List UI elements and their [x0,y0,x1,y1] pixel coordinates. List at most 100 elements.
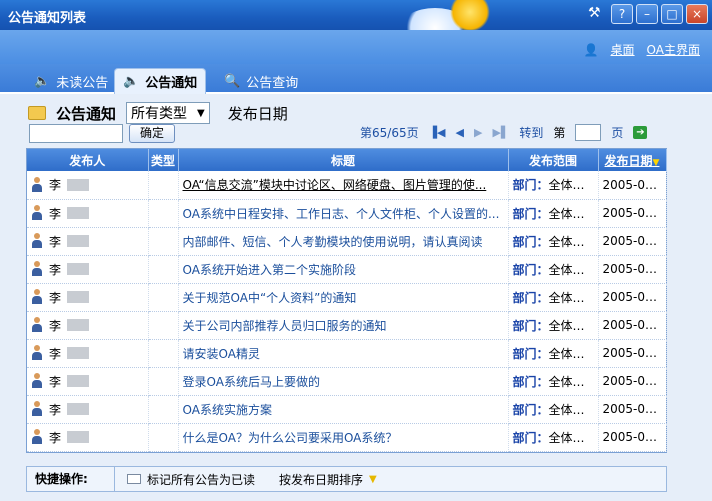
announcement-table: 发布人 类型 标题 发布范围 发布日期▼ 李 OA“信息交流”模块中讨论区、网络硬… [26,148,667,453]
table-row[interactable]: 李 登录OA系统后马上要做的 部门：全体部门 2005-04-25 [27,367,667,396]
title-link[interactable]: OA系统实施方案 [178,395,509,424]
title-link[interactable]: OA系统中日程安排、工作日志、个人文件柜、个人设置的... [178,199,509,228]
redacted-name [67,235,90,247]
minimize-button[interactable]: – [636,4,658,24]
tab-unread[interactable]: 🔈 未读公告 [26,68,116,94]
dept-label: 部门： [512,234,549,249]
tab-search[interactable]: 🔍 公告查询 [216,68,306,94]
person-icon [31,401,43,417]
redacted-name [67,207,90,219]
scope-cell: 部门：全体部门 [508,227,599,256]
date-cell: 2005-04-25 [598,367,667,396]
redacted-name [67,263,90,275]
table-row[interactable]: 李 OA系统开始进入第二个实施阶段 部门：全体部门 2005-06-22 [27,255,667,284]
next-page-icon[interactable]: ▶ [474,126,482,139]
title-link[interactable]: OA系统开始进入第二个实施阶段 [178,255,509,284]
page-number-input[interactable] [575,124,602,141]
confirm-button[interactable]: 确定 [129,124,176,143]
table-header: 发布人 类型 标题 发布范围 发布日期▼ [27,149,667,171]
date-cell: 2005-06-20 [598,283,667,312]
title-link[interactable]: 关于公司内部推荐人员归口服务的通知 [178,311,509,340]
dept-label: 部门： [512,290,549,305]
title-link[interactable]: 什么是OA？为什么公司要采用OA系统？ [178,423,509,452]
scope-cell: 部门：全体部门 [508,395,599,424]
pager: 第65/65页 ▐◀ ◀ ▶ ▶▌ 转到 第 页 ➔ [360,124,648,141]
publisher-cell: 李 [27,283,149,312]
go-arrow-icon[interactable]: ➔ [633,126,648,139]
table-row[interactable]: 李 关于公司内部推荐人员归口服务的通知 部门：全体部门 2005-06-02 [27,311,667,340]
tab-label: 公告通知 [145,76,198,91]
desktop-link[interactable]: 桌面 [611,41,635,58]
table-row[interactable]: 李 OA系统实施方案 部门：全体部门 2005-04-25 [27,395,667,424]
sort-by-date-action[interactable]: 按发布日期排序 ▼ [279,471,377,488]
goto-label: 转到 [519,126,544,140]
table-row[interactable]: 李 内部邮件、短信、个人考勤模块的使用说明，请认真阅读 部门：全体部门 2005-06… [27,227,667,256]
dept-label: 部门： [512,430,549,445]
table-row[interactable]: 李 OA“信息交流”模块中讨论区、网络硬盘、图片管理的使... 部门：全体部门 200… [27,171,667,200]
scope-cell: 部门：全体部门 [508,171,599,200]
maximize-button[interactable]: □ [661,4,683,24]
person-icon [31,317,43,333]
first-page-icon[interactable]: ▐◀ [429,126,446,139]
envelope-icon [127,474,141,484]
date-cell: 2005-06-22 [598,255,667,284]
type-cell [148,199,179,228]
person-icon [31,345,43,361]
sort-by-date-label: 按发布日期排序 [279,472,364,487]
col-date[interactable]: 发布日期▼ [598,149,667,171]
publisher-cell: 李 [27,255,149,284]
scope-value: 全体部门 [548,234,597,249]
scope-value: 全体部门 [548,402,597,417]
scope-cell: 部门：全体部门 [508,199,599,228]
last-page-icon[interactable]: ▶▌ [492,126,509,139]
oa-main-link[interactable]: OA主界面 [647,41,700,58]
tab-announcements[interactable]: 🔈 公告通知 [114,68,207,94]
date-cell: 2005-04-26 [598,339,667,368]
prev-page-icon[interactable]: ◀ [456,126,464,139]
user-icon: 👤 [583,42,599,57]
table-row[interactable]: 李 请安装OA精灵 部门：全体部门 2005-04-26 [27,339,667,368]
scope-value: 全体部门 [548,206,597,221]
col-type[interactable]: 类型 [148,149,179,171]
title-link[interactable]: 请安装OA精灵 [178,339,509,368]
table-row[interactable]: 李 OA系统中日程安排、工作日志、个人文件柜、个人设置的... 部门：全体部门 200… [27,199,667,228]
sort-down-icon: ▼ [369,473,377,485]
publisher-name: 李 [49,234,62,249]
publisher-name: 李 [49,178,62,193]
speaker-icon: 🔈 [123,74,140,89]
mark-read-action[interactable]: 标记所有公告为已读 [127,471,255,488]
scope-value: 全体部门 [548,374,597,389]
publisher-name: 李 [49,206,62,221]
search-input[interactable] [29,124,123,143]
scope-value: 全体部门 [548,430,597,445]
type-cell [148,339,179,368]
type-select[interactable]: 所有类型 ▼ [126,102,210,124]
title-link[interactable]: 登录OA系统后马上要做的 [178,367,509,396]
dept-label: 部门： [512,374,549,389]
redacted-name [67,375,90,387]
publisher-cell: 李 [27,227,149,256]
publisher-name: 李 [49,290,62,305]
date-cell: 2005-04-25 [598,423,667,452]
dept-label: 部门： [512,346,549,361]
title-link[interactable]: OA“信息交流”模块中讨论区、网络硬盘、图片管理的使... [178,171,509,200]
person-icon [31,373,43,389]
table-row[interactable]: 李 什么是OA？为什么公司要采用OA系统？ 部门：全体部门 2005-04-25 [27,423,667,452]
col-publisher[interactable]: 发布人 [27,149,149,171]
close-button[interactable]: × [686,4,708,24]
col-scope[interactable]: 发布范围 [508,149,599,171]
tools-icon[interactable]: ⚒ [588,5,601,21]
scope-value: 全体部门 [548,262,597,277]
type-cell [148,255,179,284]
col-title[interactable]: 标题 [178,149,509,171]
type-cell [148,423,179,452]
page-title: 公告通知 [56,104,117,123]
page-suffix: 页 [611,126,624,140]
date-cell: 2005-06-27 [598,199,667,228]
title-link[interactable]: 关于规范OA中“个人资料”的通知 [178,283,509,312]
title-link[interactable]: 内部邮件、短信、个人考勤模块的使用说明，请认真阅读 [178,227,509,256]
table-row[interactable]: 李 关于规范OA中“个人资料”的通知 部门：全体部门 2005-06-20 [27,283,667,312]
sort-down-icon: ▼ [652,157,660,168]
type-cell [148,283,179,312]
help-button[interactable]: ? [611,4,633,24]
